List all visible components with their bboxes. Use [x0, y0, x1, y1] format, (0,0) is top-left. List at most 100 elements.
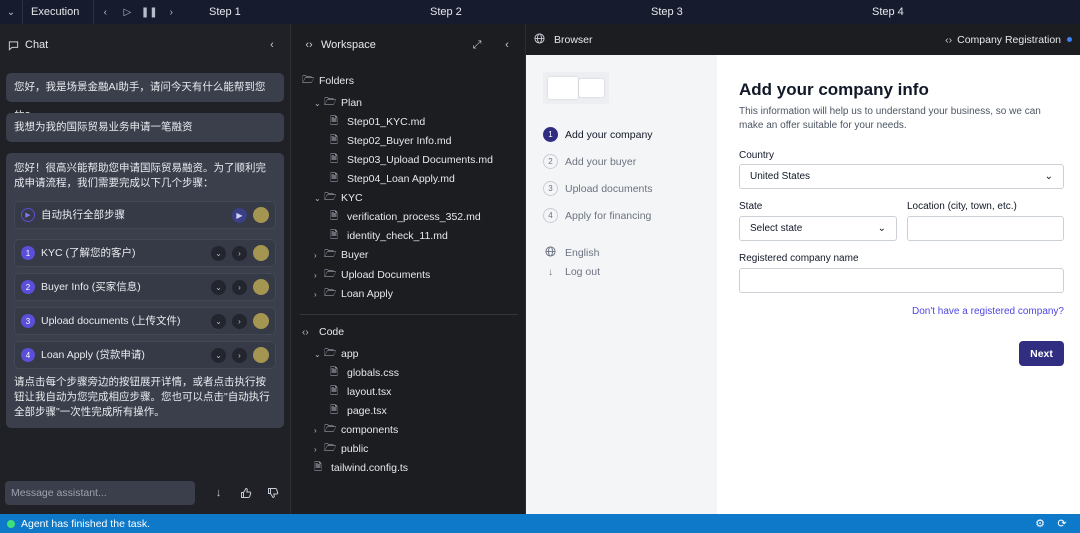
- next-button[interactable]: Next: [1019, 341, 1064, 366]
- page-tab-title[interactable]: Company Registration: [957, 34, 1061, 46]
- divider: [300, 314, 518, 315]
- chevron-right-icon[interactable]: ›: [160, 0, 182, 24]
- location-input[interactable]: [907, 216, 1064, 241]
- code-icon: ‹›: [302, 326, 309, 338]
- avatar: [253, 347, 269, 363]
- chevron-down-icon: ⌄: [1044, 171, 1053, 182]
- expand-chevron-icon[interactable]: ⌄: [211, 279, 226, 295]
- folder-kyc[interactable]: ⌄ 🗁 KYC: [314, 189, 363, 207]
- file-label: Step01_KYC.md: [347, 116, 426, 128]
- company-name-input[interactable]: [739, 268, 1064, 293]
- folder-label: app: [341, 348, 359, 360]
- file-item[interactable]: 🗎 identity_check_11.md: [330, 227, 448, 245]
- expand-chevron-icon[interactable]: ⌄: [211, 313, 226, 329]
- collapse-chevron-icon[interactable]: ‹: [500, 38, 514, 52]
- file-item[interactable]: 🗎 Step02_Buyer Info.md: [330, 132, 451, 150]
- chevron-down-icon: ⌄: [314, 349, 321, 359]
- avatar: [253, 207, 269, 223]
- folder-app[interactable]: ⌄ 🗁 app: [314, 345, 359, 363]
- expand-chevron-icon[interactable]: ⌄: [211, 245, 226, 261]
- execute-arrow-icon[interactable]: ›: [232, 279, 247, 295]
- chat-actions: ↓: [205, 484, 286, 502]
- file-item[interactable]: 🗎 tailwind.config.ts: [314, 459, 408, 477]
- message-input[interactable]: [5, 481, 195, 505]
- folder-label: Plan: [341, 97, 363, 109]
- folder-icon: 🗁: [324, 248, 337, 260]
- file-item[interactable]: 🗎 Step03_Upload Documents.md: [330, 151, 493, 169]
- code-section: ‹› Code: [302, 323, 344, 341]
- status-dot: [7, 519, 15, 528]
- folder-icon: 🗁: [324, 96, 337, 108]
- divider: [22, 0, 23, 24]
- tab-step-1[interactable]: Step 1: [200, 0, 421, 24]
- folder-buyer[interactable]: › 🗁 Buyer: [314, 246, 368, 264]
- collapse-chevron-icon[interactable]: ‹: [265, 38, 279, 52]
- country-select[interactable]: United States ⌄: [739, 164, 1064, 189]
- no-registered-company-link[interactable]: Don't have a registered company?: [912, 306, 1064, 317]
- state-select[interactable]: Select state ⌄: [739, 216, 897, 241]
- chevron-down-icon[interactable]: ⌄: [0, 0, 22, 24]
- folder-upload-documents[interactable]: › 🗁 Upload Documents: [314, 266, 430, 284]
- run-all-button[interactable]: ▶: [232, 207, 247, 223]
- tab-step-2[interactable]: Step 2: [421, 0, 642, 24]
- location-label: Location (city, town, etc.): [907, 201, 1017, 212]
- gear-icon[interactable]: ⚙: [1029, 517, 1051, 530]
- browser-header: Browser ‹› Company Registration: [526, 24, 1080, 55]
- sidebar-step-upload-documents[interactable]: 3 Upload documents: [543, 181, 653, 196]
- chevron-left-icon[interactable]: ‹: [94, 0, 116, 24]
- arrow-down-icon: ↓: [548, 266, 553, 278]
- assistant-message: 您好，我是场景金融AI助手，请问今天有什么能帮到您的?: [6, 73, 284, 122]
- file-icon: 🗎: [330, 366, 339, 378]
- file-item[interactable]: 🗎 Step04_Loan Apply.md: [330, 170, 455, 188]
- tab-step-4[interactable]: Step 4: [863, 0, 1080, 24]
- arrow-down-icon[interactable]: ↓: [205, 484, 232, 502]
- step-number: 1: [543, 127, 558, 142]
- sidebar-step-add-buyer[interactable]: 2 Add your buyer: [543, 154, 636, 169]
- company-name-label: Registered company name: [739, 253, 859, 264]
- top-bar: ⌄ Execution ‹ ▷ ❚❚ › Step 1 Step 2 Step …: [0, 0, 1080, 24]
- execute-arrow-icon[interactable]: ›: [232, 313, 247, 329]
- step-tabs: Step 1 Step 2 Step 3 Step 4: [200, 0, 1080, 24]
- folder-loan-apply[interactable]: › 🗁 Loan Apply: [314, 285, 393, 303]
- file-item[interactable]: 🗎 Step01_KYC.md: [330, 113, 425, 131]
- folder-icon: 🗁: [324, 347, 337, 359]
- expand-icon[interactable]: ⤢: [470, 38, 484, 52]
- folder-icon: 🗁: [324, 191, 337, 203]
- file-item[interactable]: 🗎 globals.css: [330, 364, 399, 382]
- folder-label: KYC: [341, 192, 363, 204]
- file-item[interactable]: 🗎 verification_process_352.md: [330, 208, 481, 226]
- logout-link[interactable]: ↓ Log out: [543, 266, 600, 278]
- assistant-message: 您好！很高兴能帮助您申请国际贸易融资。为了顺利完成申请流程，我们需要完成以下几个…: [6, 153, 284, 428]
- sidebar-step-add-company[interactable]: 1 Add your company: [543, 127, 653, 142]
- file-label: identity_check_11.md: [347, 230, 448, 242]
- step-label: Loan Apply (贷款申请): [41, 348, 145, 361]
- play-icon[interactable]: ▷: [116, 0, 138, 24]
- pause-icon[interactable]: ❚❚: [138, 0, 160, 24]
- step-label: KYC (了解您的客户): [41, 246, 136, 259]
- execute-arrow-icon[interactable]: ›: [232, 347, 247, 363]
- folder-icon: 🗁: [324, 442, 337, 454]
- sidebar-step-apply-financing[interactable]: 4 Apply for financing: [543, 208, 651, 223]
- execute-arrow-icon[interactable]: ›: [232, 245, 247, 261]
- thumbs-up-icon[interactable]: [232, 484, 259, 502]
- tab-step-3[interactable]: Step 3: [642, 0, 863, 24]
- chevron-right-icon: ›: [314, 289, 317, 299]
- expand-chevron-icon[interactable]: ⌄: [211, 347, 226, 363]
- file-label: Step02_Buyer Info.md: [347, 135, 452, 147]
- step-row-buyer-info: 2 Buyer Info (买家信息) ⌄ ›: [14, 273, 276, 301]
- language-selector[interactable]: English: [543, 246, 599, 260]
- status-text: Agent has finished the task.: [21, 517, 150, 530]
- file-icon: 🗎: [330, 385, 339, 397]
- country-value: United States: [750, 171, 811, 182]
- thumbs-down-icon[interactable]: [259, 484, 286, 502]
- refresh-icon[interactable]: ⟳: [1051, 517, 1073, 530]
- folder-components[interactable]: › 🗁 components: [314, 421, 398, 439]
- chevron-down-icon: ⌄: [877, 223, 886, 234]
- file-item[interactable]: 🗎 page.tsx: [330, 402, 387, 420]
- folder-public[interactable]: › 🗁 public: [314, 440, 368, 458]
- run-all-steps-row[interactable]: ▶ 自动执行全部步骤 ▶: [14, 201, 276, 229]
- step-row-upload-documents: 3 Upload documents (上传文件) ⌄ ›: [14, 307, 276, 335]
- folder-plan[interactable]: ⌄ 🗁 Plan: [314, 94, 362, 112]
- chevron-right-icon: ›: [314, 250, 317, 260]
- file-item[interactable]: 🗎 layout.tsx: [330, 383, 391, 401]
